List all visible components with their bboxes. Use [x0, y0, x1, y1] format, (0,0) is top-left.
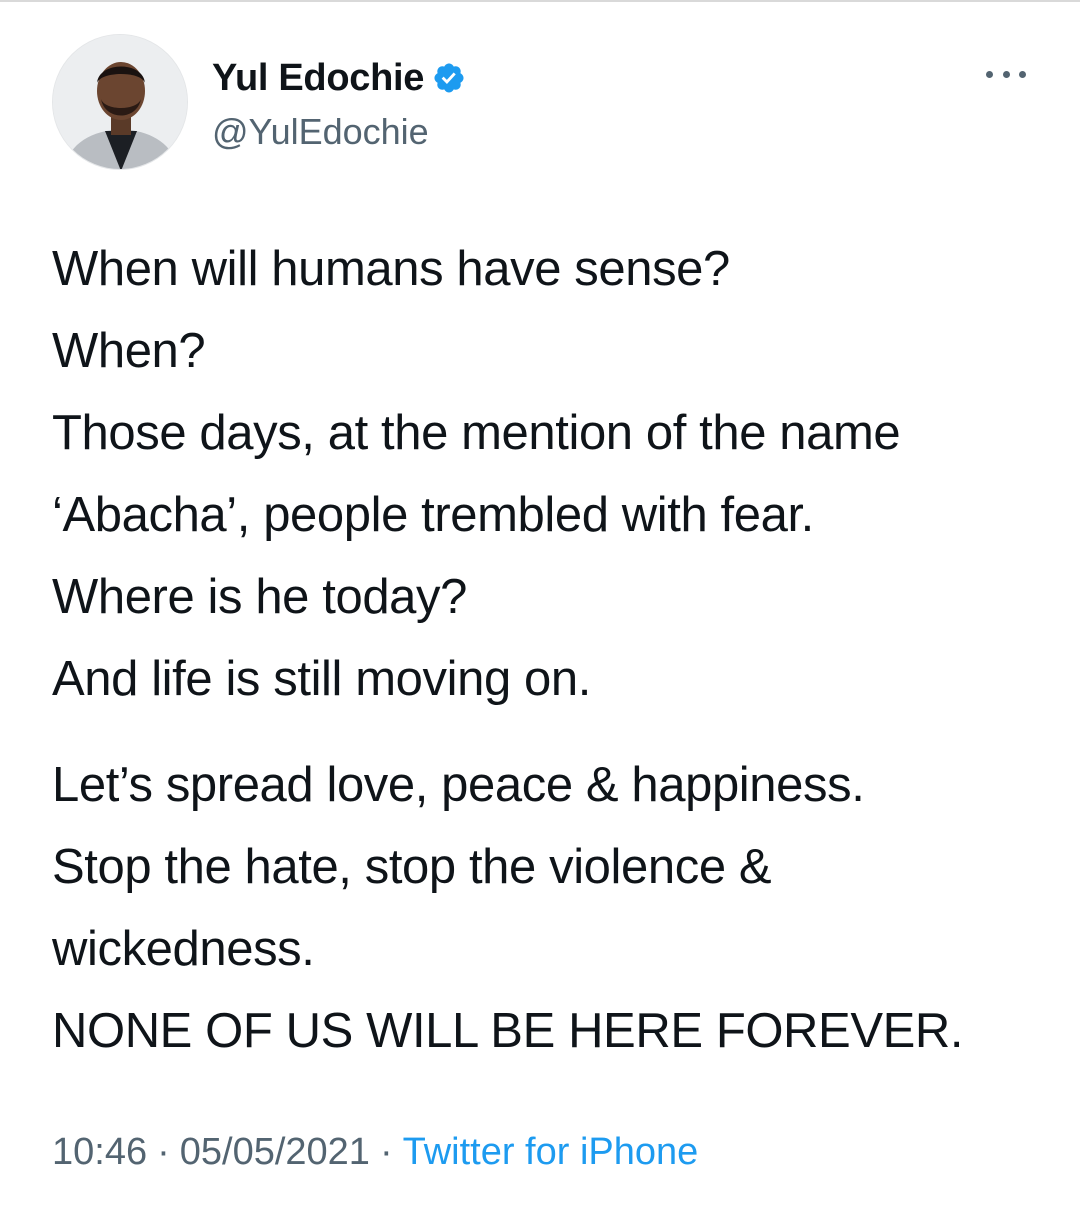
tweet-line: And life is still moving on.: [52, 652, 591, 706]
display-name[interactable]: Yul Edochie: [212, 56, 424, 100]
user-handle[interactable]: @YulEdochie: [212, 110, 429, 154]
more-options-icon[interactable]: [986, 64, 1026, 84]
tweet-line: Stop the hate, stop the violence &: [52, 840, 772, 894]
tweet-line: When will humans have sense?: [52, 242, 730, 296]
name-row: Yul Edochie: [212, 56, 466, 100]
tweet-date[interactable]: 05/05/2021: [180, 1131, 370, 1173]
tweet-line: Those days, at the mention of the name: [52, 406, 901, 460]
meta-separator: ·: [379, 1131, 393, 1173]
tweet-source-link[interactable]: Twitter for iPhone: [403, 1131, 699, 1173]
tweet-header: Yul Edochie @YulEdochie: [52, 34, 1042, 174]
tweet-line: When?: [52, 324, 206, 378]
tweet-paragraph-2: Let’s spread love, peace & happiness. St…: [52, 744, 1052, 1072]
tweet-line: NONE OF US WILL BE HERE FOREVER.: [52, 1004, 964, 1058]
tweet-text: When will humans have sense? When? Those…: [52, 228, 1052, 1072]
tweet-time[interactable]: 10:46: [52, 1131, 147, 1173]
tweet-line: ‘Abacha’, people trembled with fear.: [52, 488, 814, 542]
avatar[interactable]: [52, 34, 188, 170]
top-divider: [0, 0, 1080, 2]
tweet-metadata: 10:46 · 05/05/2021 · Twitter for iPhone: [52, 1124, 698, 1180]
tweet-line: Where is he today?: [52, 570, 467, 624]
tweet-line: Let’s spread love, peace & happiness.: [52, 758, 865, 812]
avatar-image: [53, 35, 187, 169]
meta-separator: ·: [157, 1131, 170, 1173]
tweet-paragraph-1: When will humans have sense? When? Those…: [52, 228, 1052, 720]
verified-badge-icon: [432, 61, 466, 95]
tweet-line: wickedness.: [52, 922, 315, 976]
